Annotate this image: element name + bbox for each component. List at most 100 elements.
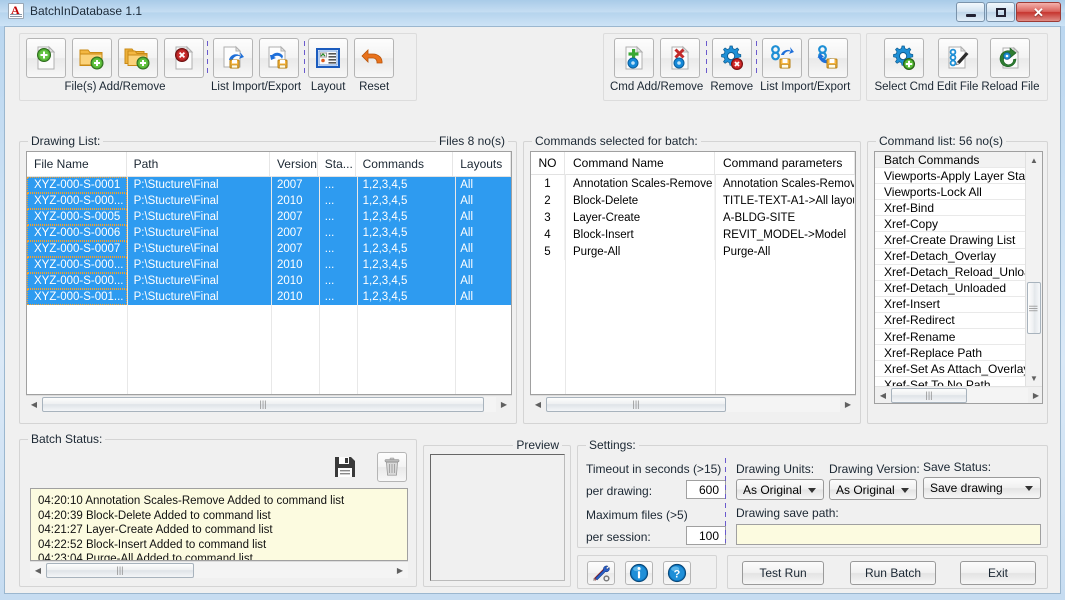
scroll-down-icon[interactable]: ▼ (1026, 370, 1042, 386)
commands-batch-scroll-thumb[interactable]: ||| (546, 396, 726, 412)
table-row[interactable]: XYZ-000-S-000... P:\Stucture\Final 2010...… (27, 193, 511, 209)
list-item[interactable]: Xref-Bind (875, 200, 1025, 217)
select-cmd-button[interactable] (884, 38, 925, 78)
drawing-version-select[interactable]: As Original (829, 479, 917, 500)
cmd-remove-button[interactable] (659, 38, 700, 78)
list-item[interactable]: Xref-Set As Attach_Overlay (875, 361, 1025, 378)
table-row[interactable]: XYZ-000-S-0006 P:\Stucture\Final 2007... 1,… (27, 225, 511, 241)
command-list-vscrollbar[interactable]: ▲ ||| ▼ (1025, 152, 1042, 386)
help-button[interactable]: ? (663, 561, 691, 585)
scroll-up-icon[interactable]: ▲ (1026, 152, 1042, 168)
save-path-input[interactable] (736, 524, 1041, 545)
list-item[interactable]: Viewports-Apply Layer State (875, 168, 1025, 185)
layout-button[interactable] (308, 38, 349, 78)
command-list-scroll-thumb[interactable]: ||| (891, 387, 967, 403)
column-status[interactable]: Sta... (317, 152, 356, 176)
column-no[interactable]: NO (531, 152, 565, 174)
commands-batch-scroll-track[interactable]: ||| (546, 396, 840, 412)
maxfiles-input[interactable]: 100 (686, 526, 726, 545)
batch-status-scroll-thumb[interactable]: ||| (46, 562, 194, 578)
command-list-box[interactable]: Batch Commands Viewports-Apply Layer Sta… (874, 151, 1043, 404)
scroll-left-icon-3[interactable]: ◀ (875, 387, 891, 403)
batch-status-hscrollbar[interactable]: ◀ ||| ▶ (30, 561, 408, 578)
table-row[interactable]: XYZ-000-S-000... P:\Stucture\Final 2010...… (27, 273, 511, 289)
scroll-left-icon-2[interactable]: ◀ (530, 396, 546, 412)
batch-status-log[interactable]: 04:20:10 Annotation Scales-Remove Added … (30, 488, 408, 561)
remove-button[interactable] (711, 38, 752, 78)
commands-batch-table[interactable]: NO Command Name Command parameters 1 Anno… (530, 151, 856, 395)
folders-add-button[interactable] (118, 38, 158, 78)
reload-file-button[interactable] (990, 38, 1031, 78)
file-add-button[interactable] (26, 38, 66, 78)
minimize-button[interactable] (956, 2, 985, 22)
list-item[interactable]: Xref-Redirect (875, 313, 1025, 330)
column-version[interactable]: Version (269, 152, 318, 176)
preview-canvas[interactable] (430, 454, 565, 581)
info-button[interactable] (625, 561, 653, 585)
scroll-right-icon-4[interactable]: ▶ (392, 562, 408, 578)
list-item[interactable]: Xref-Replace Path (875, 345, 1025, 362)
timeout-input[interactable]: 600 (686, 480, 726, 499)
list-item[interactable]: Xref-Rename (875, 329, 1025, 346)
test-run-button[interactable]: Test Run (742, 561, 824, 585)
drawing-list-hscrollbar[interactable]: ◀ ||| ▶ (26, 395, 512, 412)
command-list-header-item[interactable]: Batch Commands (875, 152, 1025, 169)
column-command-name[interactable]: Command Name (565, 152, 715, 174)
scroll-left-icon[interactable]: ◀ (26, 396, 42, 412)
table-row[interactable]: XYZ-000-S-0005 P:\Stucture\Final 2007... 1,… (27, 209, 511, 225)
table-row[interactable]: 4 Block-Insert REVIT_MODEL->Model (531, 226, 855, 243)
command-list-vscroll-thumb[interactable]: ||| (1027, 282, 1041, 334)
batch-status-scroll-track[interactable]: ||| (46, 562, 392, 578)
cmd-add-button[interactable] (613, 38, 654, 78)
maximize-button[interactable] (986, 2, 1015, 22)
column-layouts[interactable]: Layouts (453, 152, 511, 176)
save-status-select[interactable]: Save drawing (923, 477, 1041, 499)
clear-status-button[interactable] (377, 452, 407, 482)
close-button[interactable]: ✕ (1016, 2, 1061, 22)
tools-button[interactable] (587, 561, 615, 585)
list-item[interactable]: Xref-Copy (875, 216, 1025, 233)
table-row[interactable]: 3 Layer-Create A-BLDG-SITE (531, 209, 855, 226)
list-item[interactable]: Xref-Detach_Unloaded (875, 281, 1025, 297)
column-path[interactable]: Path (126, 152, 270, 176)
table-row[interactable]: XYZ-000-S-000... P:\Stucture\Final 2010...… (27, 257, 511, 273)
commands-batch-hscrollbar[interactable]: ◀ ||| ▶ (530, 395, 856, 412)
list-item[interactable]: Viewports-Lock All (875, 184, 1025, 201)
list-import-button[interactable] (213, 38, 254, 78)
list-item[interactable]: Xref-Set To No Path (875, 377, 1025, 386)
column-commands[interactable]: Commands (355, 152, 454, 176)
command-list-scroll-track[interactable]: ||| (891, 387, 1028, 403)
save-status-button[interactable] (330, 452, 360, 482)
list-item[interactable]: Xref-Insert (875, 297, 1025, 313)
cmdlist-export-button[interactable] (808, 38, 849, 78)
list-export-button[interactable] (259, 38, 300, 78)
run-batch-button[interactable]: Run Batch (850, 561, 936, 585)
list-item[interactable]: Xref-Create Drawing List (875, 232, 1025, 249)
drawing-list-scroll-thumb[interactable]: ||| (42, 396, 484, 412)
table-row[interactable]: XYZ-000-S-0007 P:\Stucture\Final 2007... 1,… (27, 241, 511, 257)
file-remove-button[interactable] (164, 38, 204, 78)
scroll-right-icon[interactable]: ▶ (496, 396, 512, 412)
scroll-right-icon-2[interactable]: ▶ (840, 396, 856, 412)
scroll-left-icon-4[interactable]: ◀ (30, 562, 46, 578)
column-command-parameters[interactable]: Command parameters (715, 152, 855, 174)
scroll-right-icon-3[interactable]: ▶ (1028, 387, 1042, 403)
exit-button[interactable]: Exit (960, 561, 1036, 585)
command-list-hscrollbar[interactable]: ◀ ||| ▶ (875, 386, 1042, 403)
table-row[interactable]: 5 Purge-All Purge-All (531, 243, 855, 260)
list-item[interactable]: Xref-Detach_Reload_Unload (875, 265, 1025, 281)
reset-button[interactable] (354, 38, 395, 78)
list-item[interactable]: Xref-Detach_Overlay (875, 249, 1025, 265)
drawing-list-table[interactable]: File Name Path Version Sta... Commands L… (26, 151, 512, 395)
column-file-name[interactable]: File Name (27, 152, 127, 176)
edit-file-button[interactable] (937, 38, 978, 78)
grip-icon-4: ||| (116, 564, 124, 575)
table-row[interactable]: XYZ-000-S-001... P:\Stucture\Final 2010...… (27, 289, 511, 305)
cmdlist-import-button[interactable] (762, 38, 803, 78)
drawing-list-scroll-track[interactable]: ||| (42, 396, 496, 412)
folder-add-button[interactable] (72, 38, 112, 78)
drawing-units-select[interactable]: As Original (736, 479, 824, 500)
table-row[interactable]: 2 Block-Delete TITLE-TEXT-A1->All layouts (531, 192, 855, 209)
table-row[interactable]: 1 Annotation Scales-Remove Annotation Scal… (531, 175, 855, 192)
table-row[interactable]: XYZ-000-S-0001 P:\Stucture\Final 2007... 1,… (27, 177, 511, 193)
